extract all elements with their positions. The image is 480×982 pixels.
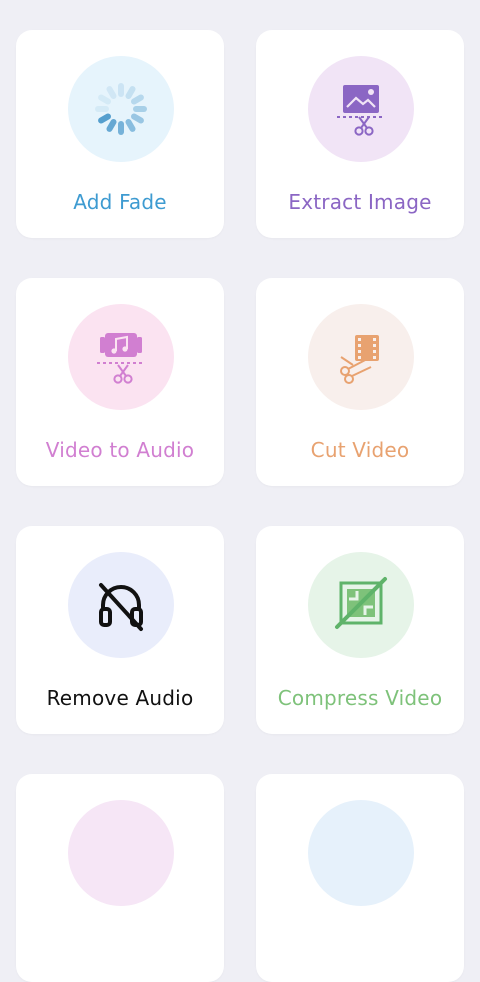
add-fade-label: Add Fade (73, 190, 167, 214)
add-fade-card[interactable]: Add Fade (16, 30, 224, 238)
cut-video-label: Cut Video (310, 438, 410, 462)
add-fade-icon-circle (68, 56, 174, 162)
image-scissors-icon (337, 85, 385, 136)
film-scissors-icon (340, 335, 379, 384)
cut-video-icon-circle (308, 304, 414, 410)
music-scissors-icon (97, 333, 145, 384)
video-to-audio-icon-circle (68, 304, 174, 410)
compress-video-card[interactable]: Compress Video (256, 526, 464, 734)
tools-grid: Add Fade Extract Image Video to Audio Cu… (0, 0, 480, 982)
extract-image-icon-circle (308, 56, 414, 162)
cut-video-card[interactable]: Cut Video (256, 278, 464, 486)
next-card-right-icon-circle (308, 800, 414, 906)
next-row-card-right[interactable] (256, 774, 464, 982)
compress-icon (335, 577, 387, 629)
remove-audio-label: Remove Audio (46, 686, 194, 710)
video-to-audio-card[interactable]: Video to Audio (16, 278, 224, 486)
video-to-audio-label: Video to Audio (45, 438, 195, 462)
remove-audio-card[interactable]: Remove Audio (16, 526, 224, 734)
headphones-off-icon (99, 583, 143, 631)
compress-video-icon-circle (308, 552, 414, 658)
extract-image-card[interactable]: Extract Image (256, 30, 464, 238)
remove-audio-icon-circle (68, 552, 174, 658)
next-row-card-left[interactable] (16, 774, 224, 982)
extract-image-label: Extract Image (288, 190, 432, 214)
next-card-left-icon-circle (68, 800, 174, 906)
loading-spinner-icon (95, 83, 147, 135)
compress-video-label: Compress Video (277, 686, 443, 710)
